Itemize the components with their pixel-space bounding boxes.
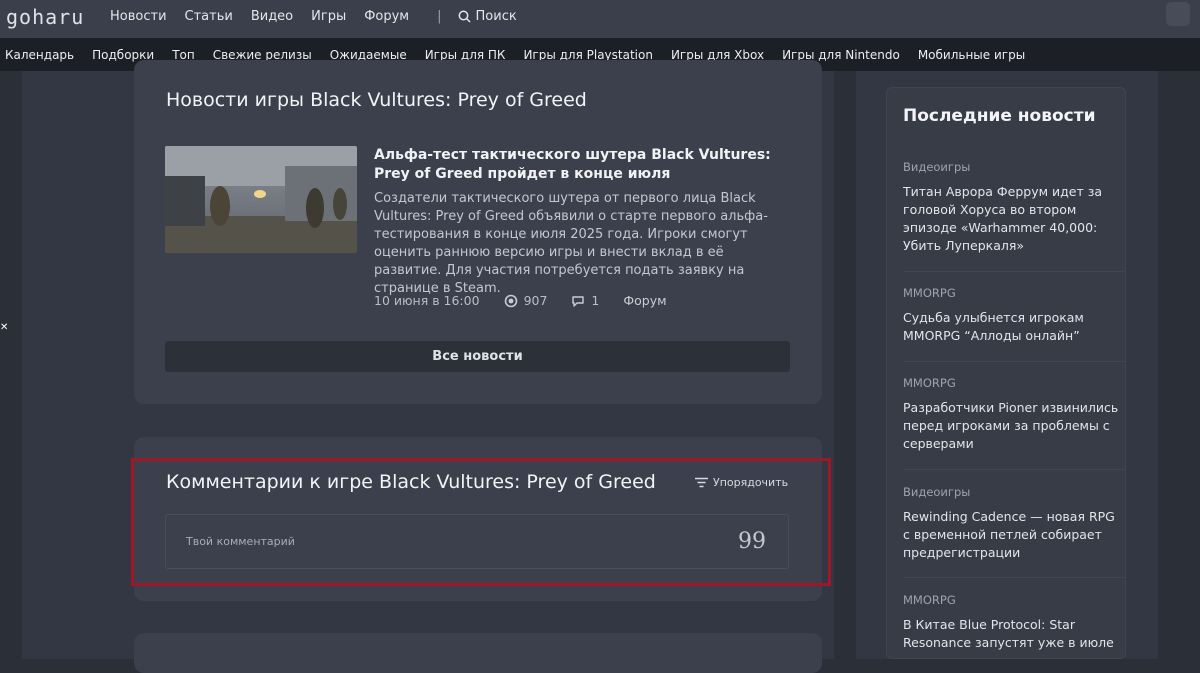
search-label: Поиск [475,8,517,24]
side-news-item: Видеоигры Rewinding Cadence — новая RPG … [903,485,1121,562]
nav-games[interactable]: Игры [311,9,346,24]
side-news-category[interactable]: Видеоигры [903,485,1121,499]
news-section-title: Новости игры Black Vultures: Prey of Gre… [166,89,587,111]
divider [903,577,1125,578]
article-comments[interactable]: 1 [571,293,599,308]
nav-news[interactable]: Новости [110,9,167,24]
site-logo[interactable]: goharu [6,4,83,30]
comments-count: 1 [591,293,600,308]
search-button[interactable]: Поиск [458,9,517,24]
side-news-link[interactable]: Судьба улыбнется игрокам MMORPG “Аллоды … [903,309,1121,345]
sort-icon [695,477,708,488]
side-news-category[interactable]: MMORPG [903,286,1121,300]
next-card [134,633,822,673]
comment-icon [572,295,585,307]
side-news-link[interactable]: Титан Аврора Феррум идет за головой Хору… [903,183,1121,255]
main-nav: Новости Статьи Видео Игры Форум | Поиск [110,0,517,32]
divider [903,271,1125,272]
sort-label: Упорядочить [713,476,789,489]
nav-forum[interactable]: Форум [364,9,409,24]
article-date: 10 июня в 16:00 [374,293,480,308]
latest-news-title: Последние новости [903,106,1096,126]
article-description: Создатели тактического шутера от первого… [374,191,768,296]
side-news-item: Видеоигры Титан Аврора Феррум идет за го… [903,160,1121,255]
divider [903,469,1125,470]
cat-calendar[interactable]: Календарь [0,48,83,62]
article-image [165,146,357,253]
comment-input[interactable]: Твой комментарий 99 [165,514,789,569]
views-count: 907 [523,293,548,308]
article-views: 907 [504,293,548,308]
side-news-category[interactable]: Видеоигры [903,160,1121,174]
article-title-link[interactable]: Альфа-тест тактического шутера Black Vul… [374,146,784,184]
search-icon [458,10,471,23]
side-news-category[interactable]: MMORPG [903,593,1121,607]
nav-video[interactable]: Видео [251,9,293,24]
forum-link[interactable]: Форум [623,293,666,308]
nav-articles[interactable]: Статьи [185,9,233,24]
profile-button[interactable] [1166,2,1190,26]
top-header: goharu Новости Статьи Видео Игры Форум |… [0,0,1200,38]
side-news-link[interactable]: Разработчики Pioner извинились перед игр… [903,399,1121,453]
side-news-link[interactable]: Rewinding Cadence — новая RPG с временно… [903,508,1121,562]
side-news-link[interactable]: В Китае Blue Protocol: Star Resonance за… [903,616,1121,652]
divider [903,361,1125,362]
comment-placeholder: Твой комментарий [186,535,295,548]
nav-separator: | [437,8,442,24]
side-news-category[interactable]: MMORPG [903,376,1121,390]
close-icon[interactable]: ✕ [0,322,8,333]
side-news-item: MMORPG Судьба улыбнется игрокам MMORPG “… [903,286,1121,345]
article-thumbnail[interactable] [165,146,357,253]
views-icon [504,294,517,307]
side-news-item: MMORPG Разработчики Pioner извинились пе… [903,376,1121,453]
article-meta: 10 июня в 16:00 907 1 Форум [374,293,691,308]
sort-button[interactable]: Упорядочить [695,476,788,489]
all-news-button[interactable]: Все новости [165,341,790,372]
quote-icon[interactable]: 99 [738,529,766,554]
side-news-item: MMORPG В Китае Blue Protocol: Star Reson… [903,593,1121,652]
cat-mobile[interactable]: Мобильные игры [909,48,1034,62]
comments-title: Комментарии к игре Black Vultures: Prey … [166,471,656,493]
